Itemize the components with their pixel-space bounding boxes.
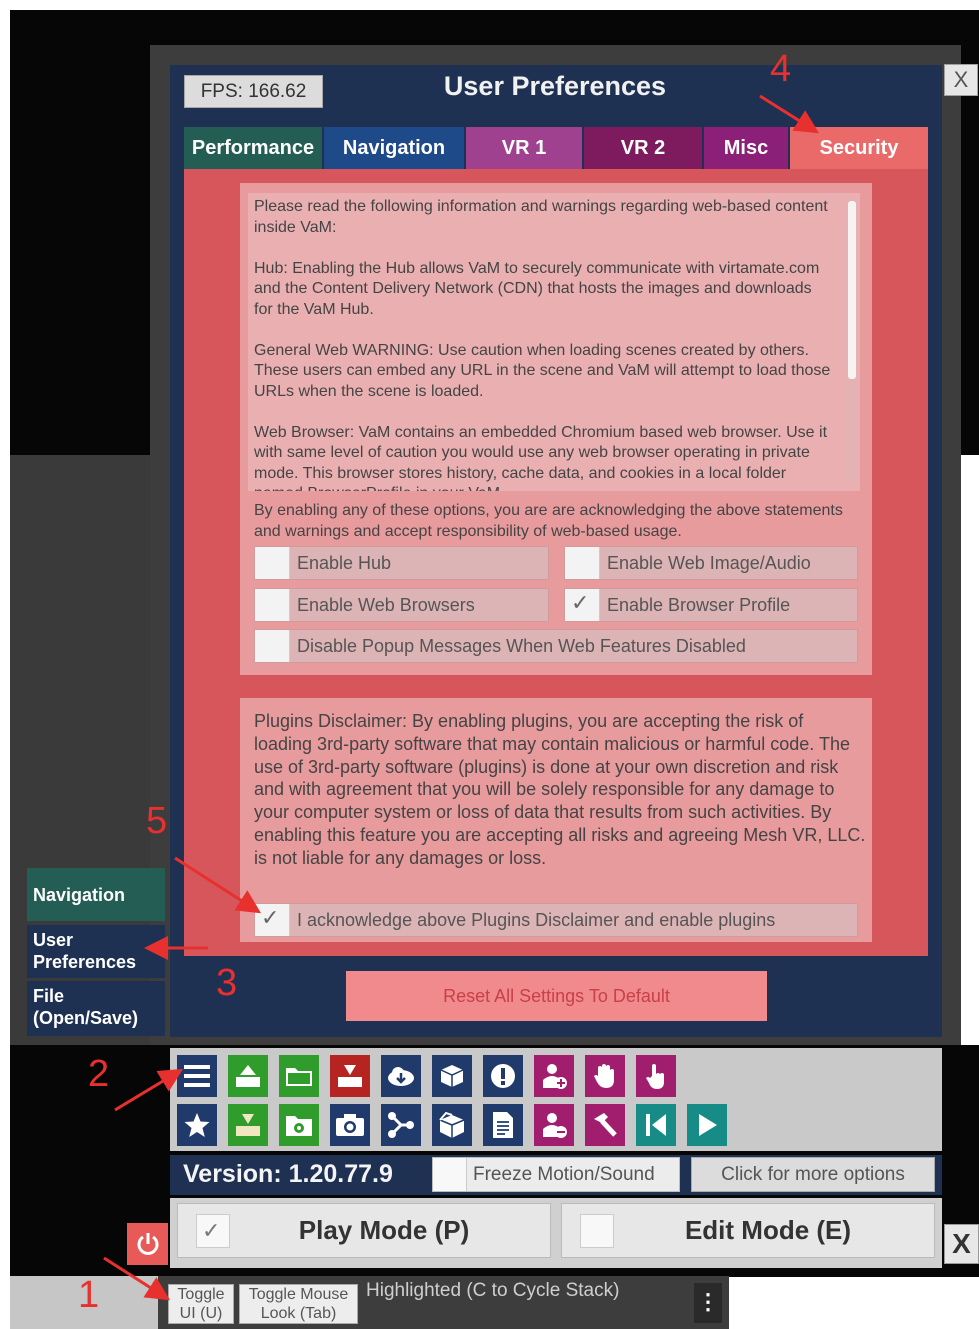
annotation-arrow-2 — [114, 1068, 184, 1112]
annotation-arrow-4 — [759, 94, 820, 134]
annotation-arrow-5 — [174, 856, 262, 914]
annotation-arrow-1 — [103, 1256, 171, 1301]
annotation-arrows — [103, 94, 820, 1301]
